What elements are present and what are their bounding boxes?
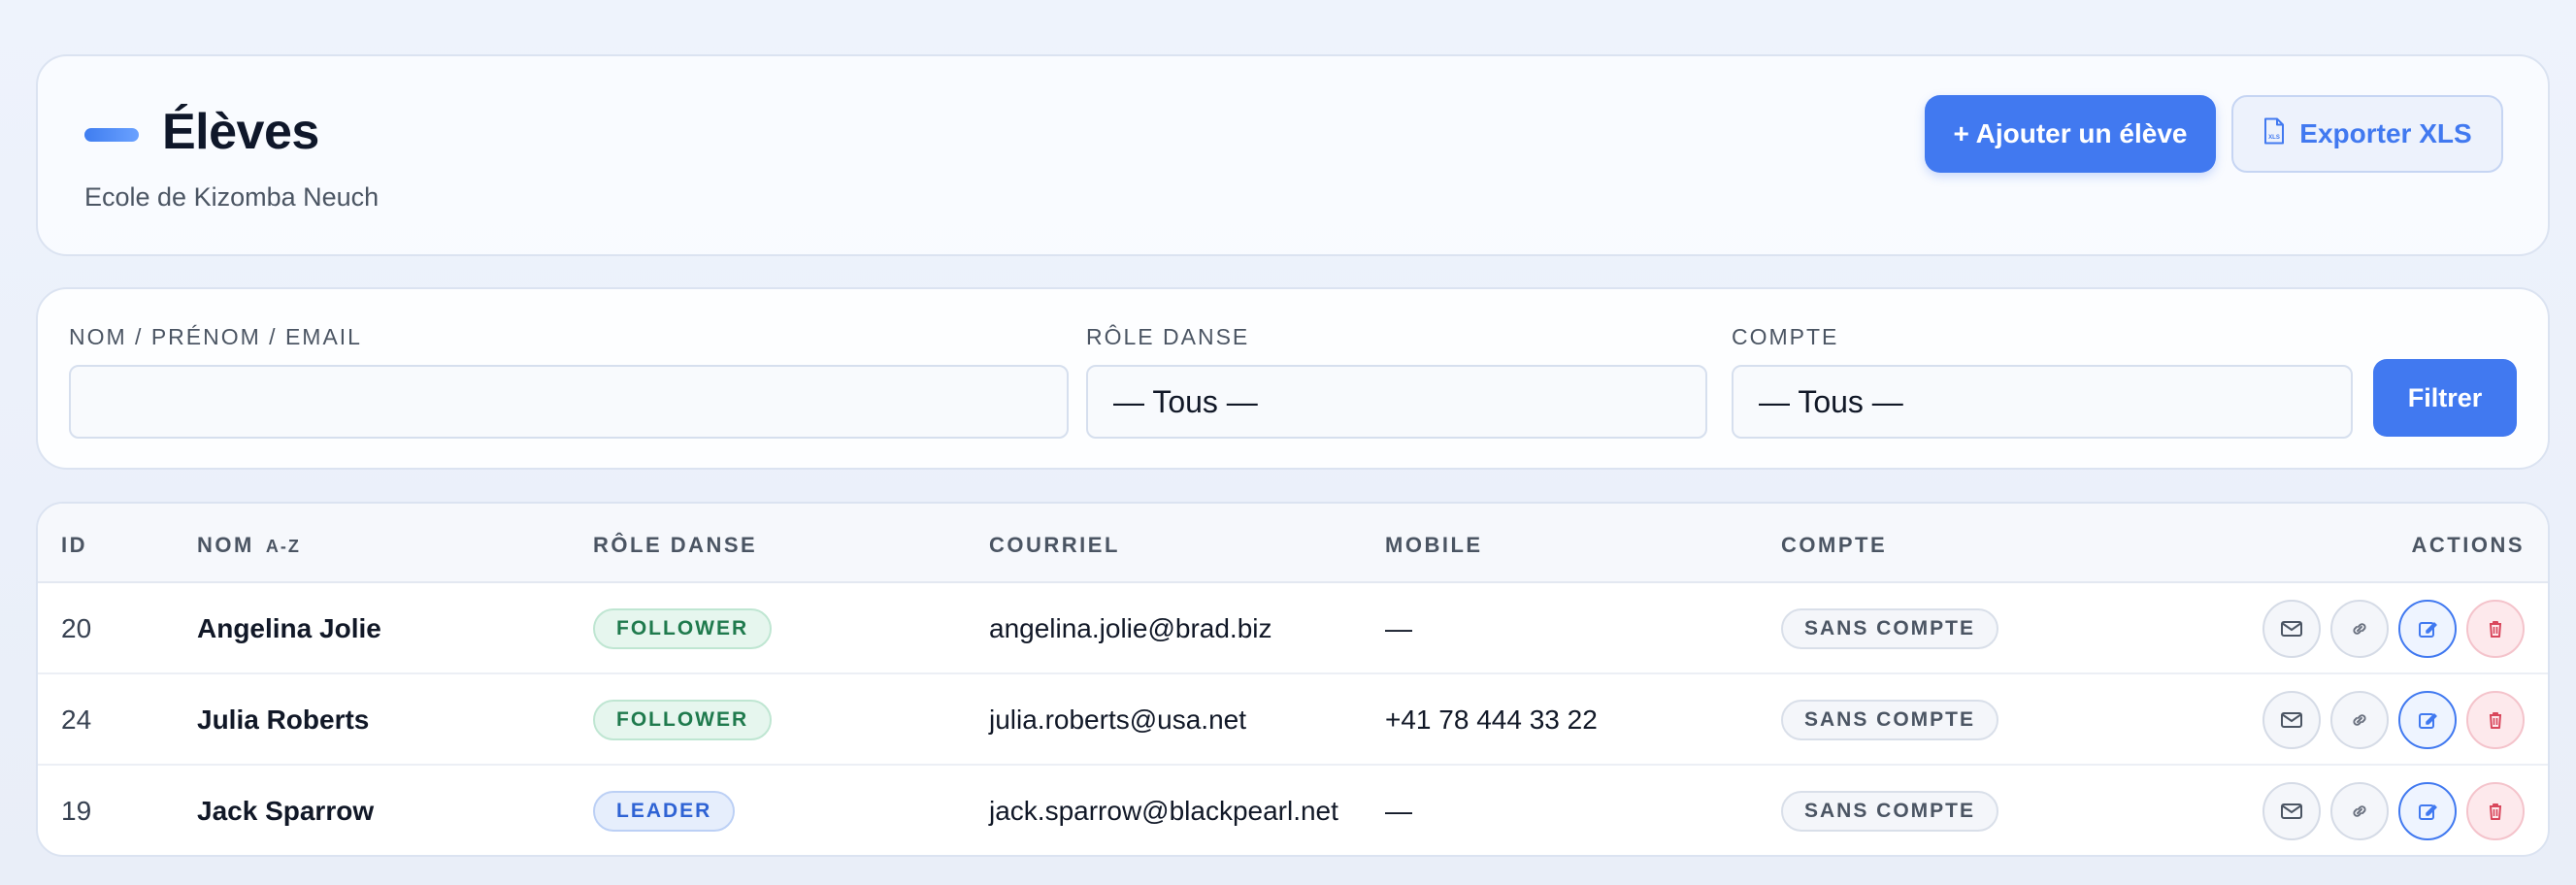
edit-icon xyxy=(2419,622,2437,638)
students-table: ID NOM A-Z RÔLE DANSE COURRIEL MOBILE COM… xyxy=(36,502,2550,857)
edit-icon xyxy=(2419,804,2437,820)
account-select[interactable]: — Tous — xyxy=(1732,365,2353,439)
page-title: Élèves xyxy=(162,104,319,160)
row-email: jack.sparrow@blackpearl.net xyxy=(989,796,1338,826)
column-actions: ACTIONS xyxy=(2411,533,2525,557)
column-account[interactable]: COMPTE xyxy=(1781,533,1887,558)
row-id: 19 xyxy=(61,796,92,826)
row-account: SANS COMPTE xyxy=(1781,766,1999,855)
search-field xyxy=(69,365,1069,439)
row-actions xyxy=(2262,600,2525,658)
row-role: LEADER xyxy=(593,766,736,855)
role-badge: LEADER xyxy=(593,791,736,832)
link-button[interactable] xyxy=(2330,600,2389,658)
edit-button[interactable] xyxy=(2398,600,2457,658)
link-button[interactable] xyxy=(2330,782,2389,840)
table-row: 24 Julia Roberts FOLLOWER julia.roberts@… xyxy=(38,674,2548,766)
edit-button[interactable] xyxy=(2398,691,2457,749)
search-label: NOM / PRÉNOM / EMAIL xyxy=(69,324,362,349)
sort-indicator: A-Z xyxy=(265,537,301,556)
role-badge: FOLLOWER xyxy=(593,608,773,649)
row-mobile: +41 78 444 33 22 xyxy=(1385,705,1598,735)
xls-file-icon: XLS xyxy=(2262,117,2286,151)
row-actions xyxy=(2262,782,2525,840)
row-email: julia.roberts@usa.net xyxy=(989,705,1247,735)
envelope-icon xyxy=(2281,621,2302,637)
row-mobile: — xyxy=(1385,613,1412,643)
filter-card: NOM / PRÉNOM / EMAIL RÔLE DANSE — Tous —… xyxy=(36,287,2550,470)
role-label: RÔLE DANSE xyxy=(1086,324,1250,349)
column-name[interactable]: NOM A-Z xyxy=(197,533,301,558)
column-email[interactable]: COURRIEL xyxy=(989,533,1120,558)
row-name: Jack Sparrow xyxy=(197,796,375,826)
link-icon xyxy=(2353,805,2366,817)
header-card: Élèves Ecole de Kizomba Neuch + Ajouter … xyxy=(36,54,2550,256)
envelope-icon xyxy=(2281,712,2302,728)
link-icon xyxy=(2353,714,2366,726)
row-mobile: — xyxy=(1385,796,1412,826)
row-role: FOLLOWER xyxy=(593,583,773,674)
add-student-label: + Ajouter un élève xyxy=(1953,118,2188,148)
trash-icon xyxy=(2490,712,2501,729)
table-header: ID NOM A-Z RÔLE DANSE COURRIEL MOBILE COM… xyxy=(38,504,2548,583)
role-select-value: — Tous — xyxy=(1113,383,1258,419)
row-name: Julia Roberts xyxy=(197,705,370,735)
trash-icon xyxy=(2490,803,2501,820)
email-button[interactable] xyxy=(2262,782,2321,840)
account-label: COMPTE xyxy=(1732,324,1839,349)
link-icon xyxy=(2353,623,2366,635)
account-select-value: — Tous — xyxy=(1759,383,1903,419)
search-input[interactable] xyxy=(96,367,1067,437)
xls-icon-text: XLS xyxy=(2268,135,2280,141)
account-badge: SANS COMPTE xyxy=(1781,608,1999,649)
export-xls-button[interactable]: XLS Exporter XLS xyxy=(2231,95,2503,173)
page-subtitle: Ecole de Kizomba Neuch xyxy=(84,182,380,212)
export-xls-label: Exporter XLS xyxy=(2299,118,2472,148)
edit-icon xyxy=(2419,713,2437,729)
email-button[interactable] xyxy=(2262,691,2321,749)
account-badge: SANS COMPTE xyxy=(1781,700,1999,740)
role-select[interactable]: — Tous — xyxy=(1086,365,1707,439)
add-student-button[interactable]: + Ajouter un élève xyxy=(1925,95,2216,173)
column-mobile[interactable]: MOBILE xyxy=(1385,533,1483,558)
email-button[interactable] xyxy=(2262,600,2321,658)
title-accent-bar xyxy=(84,128,139,142)
delete-button[interactable] xyxy=(2466,600,2525,658)
row-id: 20 xyxy=(61,613,92,643)
delete-button[interactable] xyxy=(2466,782,2525,840)
row-account: SANS COMPTE xyxy=(1781,674,1999,766)
row-email: angelina.jolie@brad.biz xyxy=(989,613,1272,643)
students-page: Élèves Ecole de Kizomba Neuch + Ajouter … xyxy=(0,0,2576,885)
column-role[interactable]: RÔLE DANSE xyxy=(593,533,757,558)
row-actions xyxy=(2262,691,2525,749)
envelope-icon xyxy=(2281,803,2302,819)
filter-button[interactable]: Filtrer xyxy=(2373,359,2517,437)
trash-icon xyxy=(2490,621,2501,638)
row-id: 24 xyxy=(61,705,92,735)
row-role: FOLLOWER xyxy=(593,674,773,766)
row-account: SANS COMPTE xyxy=(1781,583,1999,674)
edit-button[interactable] xyxy=(2398,782,2457,840)
table-row: 19 Jack Sparrow LEADER jack.sparrow@blac… xyxy=(38,766,2548,855)
delete-button[interactable] xyxy=(2466,691,2525,749)
filter-button-label: Filtrer xyxy=(2407,382,2483,412)
table-row: 20 Angelina Jolie FOLLOWER angelina.joli… xyxy=(38,583,2548,674)
role-badge: FOLLOWER xyxy=(593,700,773,740)
column-name-label: NOM xyxy=(197,533,254,557)
account-badge: SANS COMPTE xyxy=(1781,791,1999,832)
link-button[interactable] xyxy=(2330,691,2389,749)
column-id[interactable]: ID xyxy=(61,533,87,558)
row-name: Angelina Jolie xyxy=(197,613,381,643)
